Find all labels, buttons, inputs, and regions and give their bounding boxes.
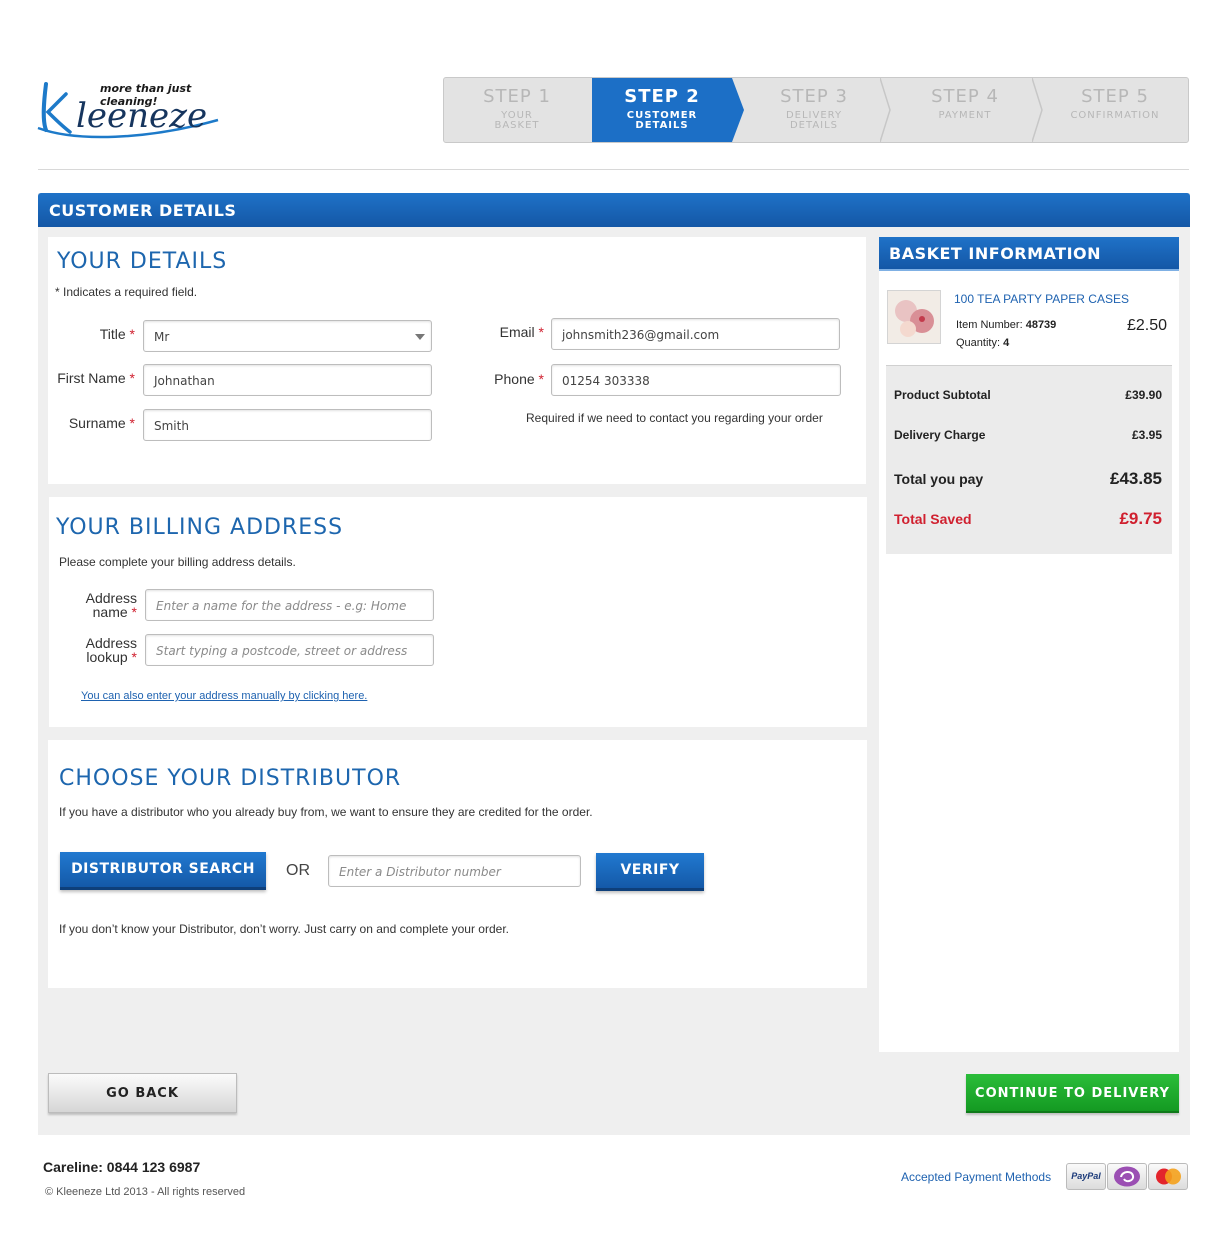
checkout-progress: STEP 1 YOUR BASKET STEP 2 CUSTOMER DETAI…	[443, 77, 1189, 143]
surname-label: Surname *	[68, 415, 135, 431]
saved-row: Total Saved £9.75	[894, 509, 1162, 528]
maestro-icon	[1107, 1163, 1147, 1190]
email-input[interactable]: johnsmith236@gmail.com	[551, 318, 840, 350]
basket-totals: Product Subtotal £39.90 Delivery Charge £3…	[886, 365, 1172, 554]
copyright-text: © Kleeneze Ltd 2013 - All rights reserve…	[45, 1186, 246, 1198]
title-select-value: Mr	[154, 330, 170, 344]
product-item-number: Item Number: 48739	[956, 319, 1057, 331]
step-3-label: DELIVERY DETAILS	[785, 110, 843, 131]
step-2[interactable]: STEP 2 CUSTOMER DETAILS	[592, 78, 732, 142]
surname-input[interactable]: Smith	[143, 409, 432, 441]
basket-heading: BASKET INFORMATION	[879, 237, 1179, 271]
address-lookup-input[interactable]: Start typing a postcode, street or addre…	[145, 634, 434, 666]
step-4-label: PAYMENT	[938, 110, 992, 121]
mastercard-icon	[1148, 1163, 1188, 1190]
your-details-card: YOUR DETAILS * Indicates a required fiel…	[48, 237, 866, 484]
careline-number: Careline: 0844 123 6987	[43, 1159, 201, 1175]
distributor-card: CHOOSE YOUR DISTRIBUTOR If you have a di…	[48, 740, 867, 988]
cupcake-image-icon	[888, 291, 940, 343]
title-select[interactable]: Mr	[143, 320, 432, 352]
total-value: £43.85	[1110, 469, 1162, 488]
saved-value: £9.75	[1119, 509, 1162, 528]
step-2-arrow-icon	[732, 78, 744, 142]
product-thumbnail[interactable]	[887, 290, 941, 344]
billing-address-card: YOUR BILLING ADDRESS Please complete you…	[49, 497, 867, 727]
phone-note: Required if we need to contact you regar…	[526, 411, 823, 425]
delivery-row: Delivery Charge £3.95	[894, 428, 1162, 442]
email-label: Email *	[499, 324, 544, 340]
first-name-label: First Name *	[57, 370, 135, 386]
billing-heading: YOUR BILLING ADDRESS	[56, 515, 344, 540]
step-2-number: STEP 2	[624, 86, 700, 107]
step-3-divider-icon	[880, 78, 891, 142]
payment-methods-label: Accepted Payment Methods	[901, 1170, 1052, 1184]
continue-to-delivery-button[interactable]: CONTINUE TO DELIVERY	[966, 1074, 1179, 1113]
address-lookup-label: Address lookup *	[85, 635, 137, 665]
verify-button[interactable]: VERIFY	[596, 853, 704, 891]
address-name-input[interactable]: Enter a name for the address - e.g: Home	[145, 589, 434, 621]
address-name-label: Address name *	[85, 590, 137, 620]
checkout-panel: CUSTOMER DETAILS YOUR DETAILS * Indicate…	[38, 193, 1190, 1135]
payment-methods-list: PayPal	[1066, 1163, 1188, 1190]
header-divider	[38, 169, 1189, 170]
distributor-note: If you don’t know your Distributor, don’…	[59, 922, 509, 936]
first-name-input[interactable]: Johnathan	[143, 364, 432, 396]
subtotal-value: £39.90	[1125, 388, 1162, 402]
product-quantity: Quantity: 4	[956, 337, 1010, 349]
delivery-value: £3.95	[1131, 428, 1162, 442]
step-2-label: CUSTOMER DETAILS	[626, 110, 698, 131]
paypal-icon: PayPal	[1066, 1163, 1106, 1190]
step-1-label: YOUR BASKET	[494, 110, 540, 131]
or-separator: OR	[286, 862, 310, 879]
product-name-link[interactable]: 100 TEA PARTY PAPER CASES	[954, 292, 1129, 306]
step-3-number: STEP 3	[780, 86, 848, 107]
chevron-down-icon	[415, 334, 425, 340]
go-back-button[interactable]: GO BACK	[48, 1073, 237, 1113]
your-details-heading: YOUR DETAILS	[57, 249, 228, 274]
total-row: Total you pay £43.85	[894, 469, 1162, 488]
page-title: CUSTOMER DETAILS	[38, 193, 1190, 227]
distributor-search-button[interactable]: DISTRIBUTOR SEARCH	[60, 852, 266, 890]
step-3[interactable]: STEP 3 DELIVERY DETAILS	[744, 78, 884, 142]
subtotal-row: Product Subtotal £39.90	[894, 388, 1162, 402]
basket-panel: BASKET INFORMATION 100 TEA PARTY PAPER C…	[879, 237, 1179, 1052]
distributor-heading: CHOOSE YOUR DISTRIBUTOR	[59, 766, 402, 791]
step-5-label: CONFIRMATION	[1070, 110, 1160, 121]
manual-address-link[interactable]: You can also enter your address manually…	[81, 690, 367, 702]
distributor-number-input[interactable]: Enter a Distributor number	[328, 855, 581, 887]
billing-intro: Please complete your billing address det…	[59, 555, 296, 569]
step-4-number: STEP 4	[931, 86, 999, 107]
product-price: £2.50	[1126, 317, 1167, 334]
title-label: Title *	[99, 326, 135, 342]
logo-tagline: more than just cleaning!	[100, 82, 192, 108]
phone-label: Phone *	[494, 371, 544, 387]
step-5-number: STEP 5	[1081, 86, 1149, 107]
required-note: * Indicates a required field.	[55, 285, 198, 299]
step-1[interactable]: STEP 1 YOUR BASKET	[444, 78, 590, 142]
distributor-intro: If you have a distributor who you alread…	[59, 805, 593, 819]
kleeneze-logo[interactable]: leeneze more than just cleaning!	[36, 80, 226, 140]
phone-input[interactable]: 01254 303338	[551, 364, 841, 396]
step-5[interactable]: STEP 5 CONFIRMATION	[1042, 78, 1188, 142]
step-1-number: STEP 1	[483, 86, 551, 107]
step-4[interactable]: STEP 4 PAYMENT	[892, 78, 1038, 142]
